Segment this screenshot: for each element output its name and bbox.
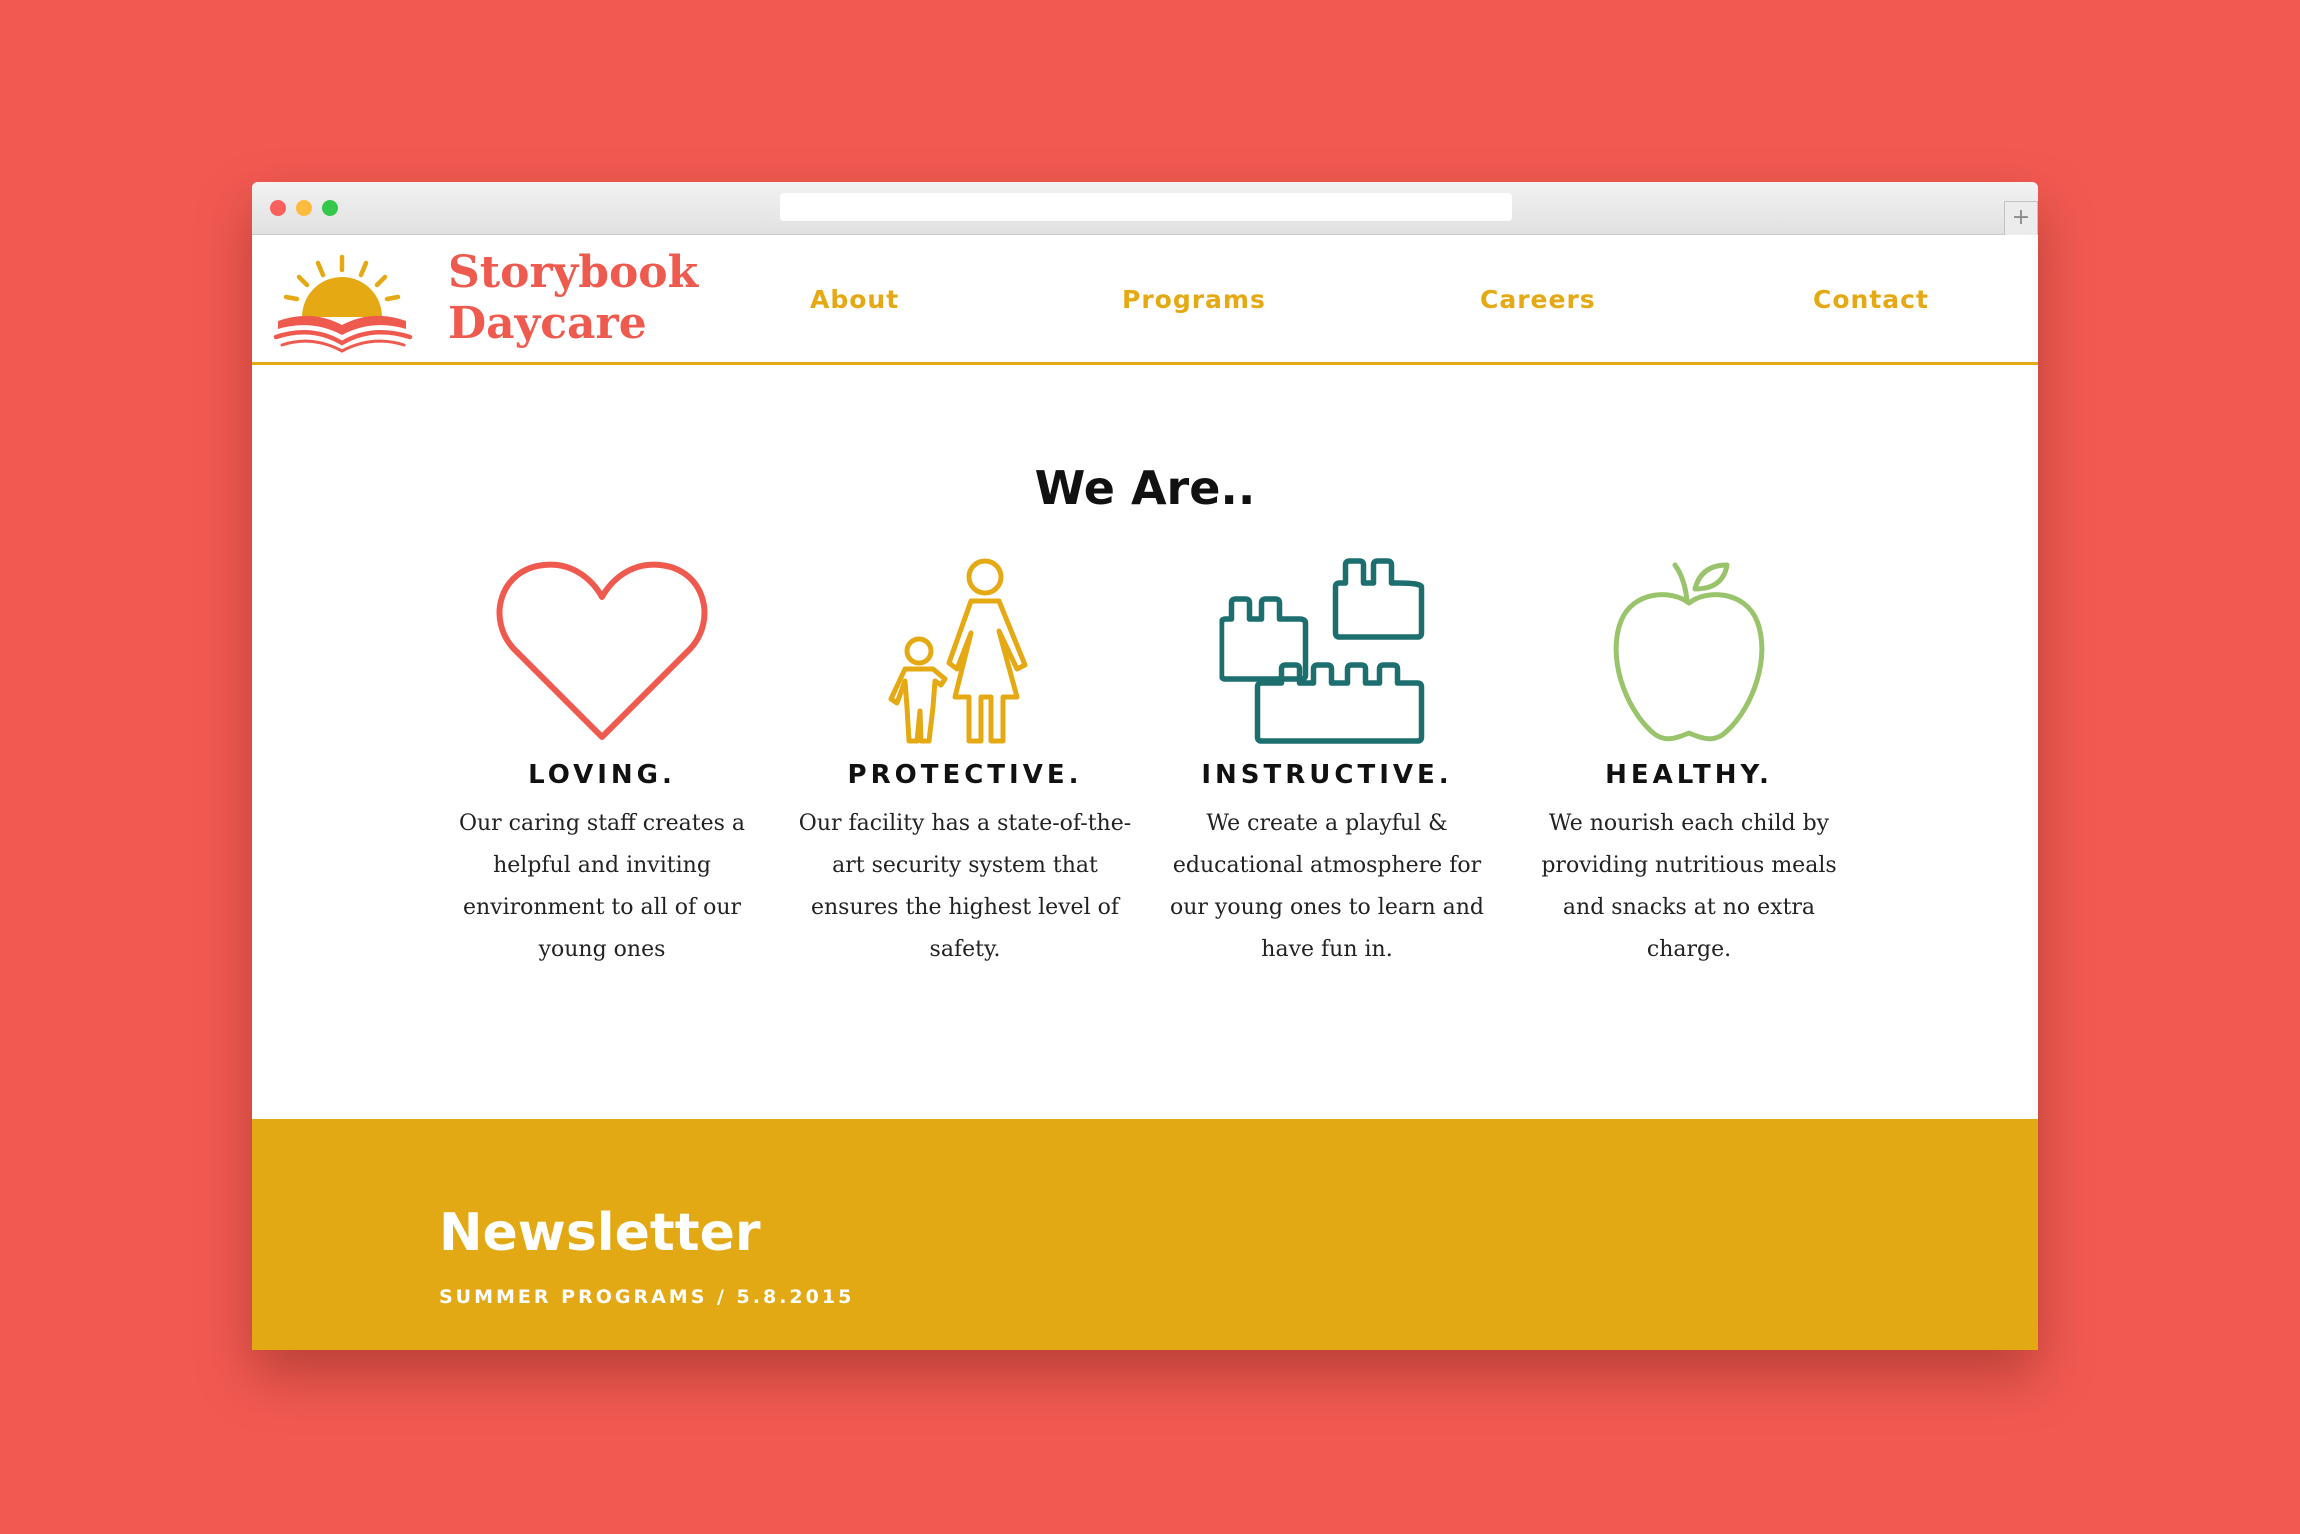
feature-text: We create a playful & educational atmosp…	[1169, 811, 1485, 962]
brand-line-1: Storybook	[448, 247, 699, 298]
newsletter-title[interactable]: Newsletter	[439, 1203, 761, 1263]
feature-protective: PROTECTIVE. Our facility has a state-of-…	[785, 557, 1145, 971]
feature-instructive: INSTRUCTIVE. We create a playful & educa…	[1147, 557, 1507, 971]
close-window-button[interactable]	[270, 200, 286, 216]
nav-about-link[interactable]: About	[810, 285, 899, 314]
browser-toolbar: +	[252, 182, 2038, 235]
newsletter-section: Newsletter SUMMER PROGRAMS / 5.8.2015	[252, 1119, 2038, 1350]
maximize-window-button[interactable]	[322, 200, 338, 216]
brand-line-2: Daycare	[448, 298, 647, 349]
feature-loving: LOVING. Our caring staff creates a helpf…	[422, 557, 782, 971]
feature-heading: LOVING.	[528, 760, 676, 790]
feature-heading: HEALTHY.	[1605, 760, 1773, 790]
nav-programs-link[interactable]: Programs	[1122, 285, 1266, 314]
feature-text: Our caring staff creates a helpful and i…	[458, 811, 746, 962]
nav-contact-link[interactable]: Contact	[1813, 285, 1929, 314]
heart-icon	[496, 561, 708, 740]
sunrise-book-logo-icon[interactable]	[272, 253, 426, 353]
address-bar[interactable]	[780, 193, 1512, 221]
feature-heading: PROTECTIVE.	[847, 760, 1083, 790]
section-title: We Are..	[1034, 461, 1256, 515]
feature-healthy: HEALTHY. We nourish each child by provid…	[1509, 557, 1869, 971]
new-tab-button[interactable]: +	[2004, 201, 2038, 235]
site-header: Storybook Daycare About Programs Careers…	[252, 235, 2038, 365]
parent-child-icon	[888, 558, 1028, 744]
browser-window: + Storybook Daycare About Programs Caree…	[252, 182, 2038, 1350]
apple-icon	[1613, 562, 1765, 742]
feature-text: We nourish each child by providing nutri…	[1541, 811, 1837, 962]
brand-name[interactable]: Storybook Daycare	[448, 247, 698, 349]
building-blocks-icon	[1219, 558, 1425, 744]
feature-text: Our facility has a state-of-the-art secu…	[798, 811, 1132, 962]
feature-heading: INSTRUCTIVE.	[1201, 760, 1453, 790]
newsletter-meta[interactable]: SUMMER PROGRAMS / 5.8.2015	[439, 1286, 854, 1308]
minimize-window-button[interactable]	[296, 200, 312, 216]
nav-careers-link[interactable]: Careers	[1480, 285, 1596, 314]
